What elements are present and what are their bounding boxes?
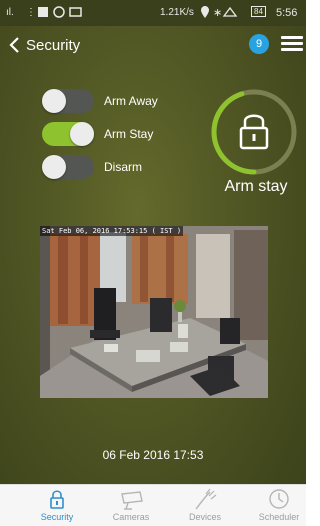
- bottom-tab-bar: Security Cameras Devices Scheduler: [0, 484, 306, 526]
- camera-feed[interactable]: Sat Feb 06, 2016 17:53:15 ( IST ): [40, 226, 268, 398]
- mode-disarm[interactable]: Disarm: [42, 153, 142, 181]
- tab-cameras[interactable]: Cameras: [96, 485, 166, 526]
- menu-icon[interactable]: [281, 36, 303, 52]
- camera-icon: [121, 491, 143, 510]
- lock-icon: [239, 114, 269, 150]
- tab-security-label: Security: [40, 512, 74, 522]
- signal-icon: ıl.: [6, 7, 14, 18]
- svg-text:∗: ∗: [213, 7, 222, 19]
- mode-arm-stay[interactable]: Arm Stay: [42, 120, 153, 148]
- notification-icons: [38, 6, 82, 21]
- tab-devices[interactable]: Devices: [170, 485, 240, 526]
- overflow-dots-icon: ⋮: [26, 7, 36, 18]
- devices-icon: [195, 488, 217, 510]
- clock-time: 5:56: [276, 7, 298, 19]
- tab-scheduler[interactable]: Scheduler: [244, 485, 306, 526]
- clock-icon: [269, 489, 289, 509]
- network-speed: 1.21K/s: [160, 7, 194, 18]
- arm-away-toggle[interactable]: [42, 89, 94, 113]
- camera-timestamp: Sat Feb 06, 2016 17:53:15 ( IST ): [40, 226, 184, 236]
- tab-cameras-label: Cameras: [112, 512, 150, 522]
- arm-status-indicator: [208, 86, 300, 178]
- tab-devices-label: Devices: [188, 512, 221, 522]
- camera-snapshot-image: [40, 226, 268, 398]
- tab-scheduler-label: Scheduler: [258, 512, 300, 522]
- security-screen: ıl. ⋮ 1.21K/s ∗ 84 5:56 Security 9 Arm A…: [0, 0, 306, 526]
- page-title: Security: [26, 36, 81, 54]
- battery-icon: 84: [251, 6, 266, 17]
- mode-arm-away[interactable]: Arm Away: [42, 87, 158, 115]
- notification-badge[interactable]: 9: [249, 34, 269, 54]
- status-bar: ıl. ⋮ 1.21K/s ∗ 84 5:56: [0, 0, 306, 26]
- disarm-label: Disarm: [104, 160, 142, 174]
- disarm-toggle[interactable]: [42, 155, 94, 179]
- system-icons: ∗: [200, 5, 244, 22]
- chevron-left-icon: [9, 37, 19, 53]
- tab-security[interactable]: Security: [22, 485, 92, 526]
- back-button[interactable]: Security: [8, 34, 88, 56]
- arm-stay-toggle[interactable]: [42, 122, 94, 146]
- snapshot-time: 06 Feb 2016 17:53: [102, 448, 204, 462]
- arm-away-label: Arm Away: [104, 94, 158, 108]
- arm-status-label: Arm stay: [224, 178, 288, 195]
- arm-stay-label: Arm Stay: [104, 127, 154, 141]
- app-header: Security 9: [0, 26, 306, 64]
- lock-icon: [50, 490, 64, 509]
